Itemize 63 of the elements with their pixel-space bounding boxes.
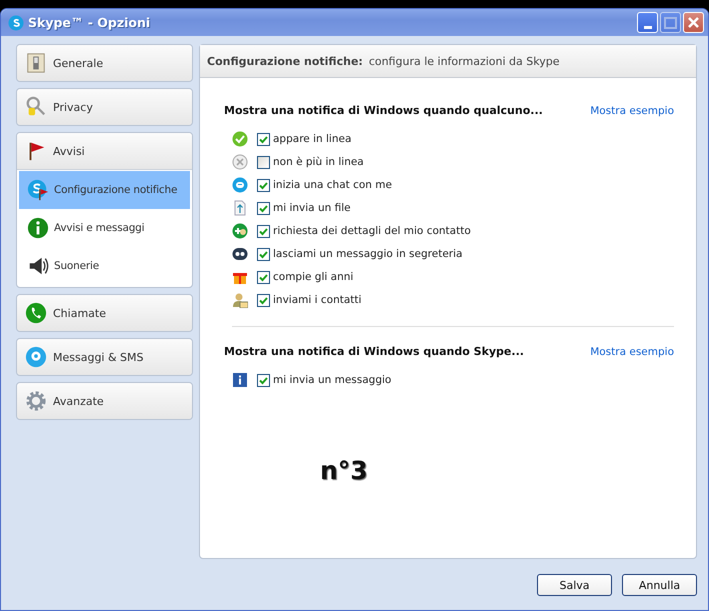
option-label: richiesta dei dettagli del mio contatto [273, 225, 471, 237]
switch-icon [25, 52, 47, 74]
sidebar-item[interactable]: Avanzate [17, 383, 192, 419]
header-title: Configurazione notifiche: [207, 54, 363, 68]
checkbox[interactable] [257, 224, 270, 238]
info-icon [232, 372, 248, 388]
sidebar-item[interactable]: Chiamate [17, 295, 192, 331]
checkmark-icon [258, 272, 269, 282]
show-example-link[interactable]: Mostra esempio [590, 346, 674, 358]
cross-icon [232, 154, 248, 170]
option-label: inizia una chat con me [273, 179, 392, 191]
add-contact-icon [232, 223, 248, 239]
section-title: Mostra una notifica di Windows quando qualcuno... [224, 104, 543, 117]
option-label: mi invia un messaggio [273, 374, 392, 386]
minimize-icon [644, 26, 652, 28]
voicemail-icon [232, 246, 248, 262]
checkmark-icon [258, 226, 269, 236]
option-label: lasciami un messaggio in segreteria [273, 248, 462, 260]
maximize-button[interactable] [660, 12, 681, 33]
window-title: Skype™ - Opzioni [28, 15, 152, 30]
speaker-icon [27, 255, 49, 277]
phone-icon [25, 302, 47, 324]
header-subtitle: configura le informazioni da Skype [368, 54, 560, 68]
checkmark-icon [258, 134, 269, 144]
close-button[interactable] [683, 12, 704, 33]
section-title: Mostra una notifica di Windows quando Skype... [224, 345, 524, 358]
checkmark-icon [258, 374, 269, 386]
option-label: inviami i contatti [273, 294, 362, 306]
minimize-button[interactable] [637, 12, 658, 33]
option-label: appare in linea [273, 133, 352, 145]
annotation-text: n°3 [320, 456, 369, 485]
gear-icon [25, 390, 47, 412]
checkbox[interactable] [257, 270, 270, 284]
checkbox[interactable] [257, 202, 270, 214]
checkbox[interactable] [257, 156, 270, 168]
checkbox[interactable] [257, 132, 270, 146]
checkbox[interactable] [257, 178, 270, 192]
info-icon [27, 217, 49, 239]
checkbox[interactable] [257, 374, 270, 386]
checkmark-icon [258, 248, 269, 260]
checkmark-icon [258, 180, 269, 190]
dialog-button[interactable]: Annulla [622, 574, 697, 596]
sidebar-subitem[interactable]: Configurazione notifiche [19, 171, 190, 209]
checkbox[interactable] [257, 248, 270, 260]
skype-icon [27, 179, 49, 201]
option-label: mi invia un file [273, 202, 351, 214]
sidebar-item[interactable]: Avvisi [17, 133, 192, 169]
sidebar-item[interactable]: Generale [17, 45, 192, 81]
maximize-icon [664, 16, 677, 28]
checkmark-icon [258, 294, 269, 306]
sidebar-item[interactable]: Privacy [17, 89, 192, 125]
close-icon [688, 17, 699, 28]
dialog-button[interactable]: Salva [537, 574, 612, 596]
option-label: non è più in linea [273, 156, 364, 168]
file-icon [232, 200, 248, 216]
check-icon [232, 131, 248, 147]
sidebar-item[interactable]: Messaggi & SMS [17, 339, 192, 375]
person-icon [232, 292, 248, 308]
show-example-link[interactable]: Mostra esempio [590, 104, 674, 116]
skype-icon [8, 14, 24, 30]
checkmark-icon [258, 202, 269, 214]
option-label: compie gli anni [273, 271, 354, 283]
checkbox[interactable] [257, 294, 270, 306]
